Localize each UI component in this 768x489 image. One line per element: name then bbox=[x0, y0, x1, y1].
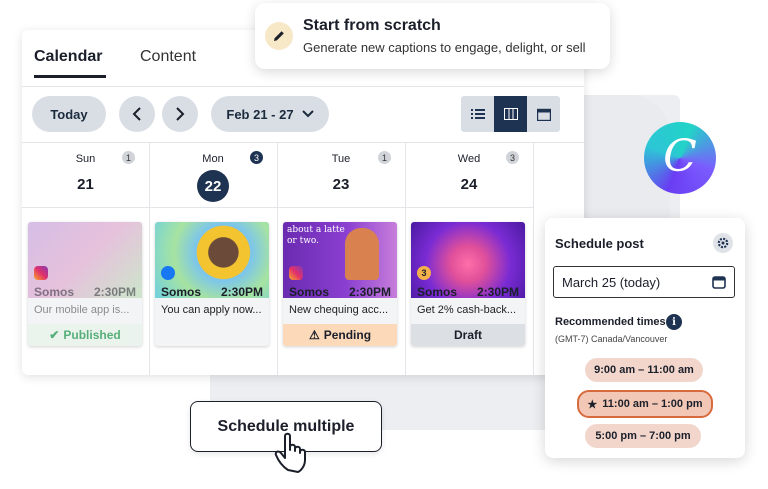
post-text: You can apply now... bbox=[161, 304, 262, 316]
post-time: 2:30PM bbox=[93, 285, 136, 299]
day-header: Tue 23 1 bbox=[277, 142, 405, 208]
check-circle-icon: ✔ bbox=[49, 328, 60, 342]
post-card[interactable]: 3 Somos 2:30PM Get 2% cash-back... Draft bbox=[411, 222, 525, 346]
post-account: Somos bbox=[417, 285, 458, 299]
timezone-label: (GMT-7) Canada/Vancouver bbox=[555, 334, 668, 344]
status-label: Draft bbox=[453, 328, 482, 342]
start-from-scratch-card[interactable]: Start from scratch Generate new captions… bbox=[255, 3, 610, 69]
day-header: Mon 22 3 bbox=[149, 142, 277, 208]
day-column-wed: Wed 24 3 3 Somos 2:30PM Get 2% cash-back.… bbox=[405, 142, 534, 375]
facebook-icon bbox=[161, 266, 175, 280]
month-view-button[interactable] bbox=[527, 96, 560, 132]
post-account: Somos bbox=[161, 285, 202, 299]
tab-content[interactable]: Content bbox=[140, 48, 196, 66]
day-column-mon: Mon 22 3 Somos 2:30PM You can apply now..… bbox=[149, 142, 278, 375]
day-header: Sun 21 1 bbox=[22, 142, 149, 208]
canva-logo: C bbox=[644, 122, 716, 194]
week-view-button[interactable] bbox=[494, 96, 527, 132]
chevron-left-icon bbox=[132, 107, 141, 121]
post-text: Get 2% cash-back... bbox=[417, 304, 517, 316]
post-meta: Somos 2:30PM bbox=[161, 285, 263, 299]
schedule-post-title: Schedule post bbox=[555, 236, 644, 251]
date-range-dropdown[interactable]: Feb 21 - 27 bbox=[211, 96, 329, 132]
scratch-title: Start from scratch bbox=[303, 17, 441, 34]
day-number-selected[interactable]: 22 bbox=[197, 170, 229, 202]
day-column-tue: Tue 23 1 about a latte or two. Somos 2:30… bbox=[277, 142, 406, 375]
post-time: 2:30PM bbox=[476, 285, 519, 299]
status-label: Pending bbox=[323, 328, 372, 342]
week-view-icon bbox=[503, 108, 518, 120]
today-button[interactable]: Today bbox=[32, 96, 106, 132]
post-meta: Somos 2:30PM bbox=[289, 285, 391, 299]
tab-calendar[interactable]: Calendar bbox=[34, 48, 107, 78]
post-count-badge: 3 bbox=[250, 151, 263, 164]
date-picker-input[interactable]: March 25 (today) bbox=[553, 266, 735, 298]
post-card[interactable]: about a latte or two. Somos 2:30PM New ch… bbox=[283, 222, 397, 346]
list-view-button[interactable] bbox=[461, 96, 494, 132]
chevron-right-icon bbox=[176, 107, 185, 121]
post-text: New chequing acc... bbox=[289, 304, 389, 316]
list-view-icon bbox=[470, 109, 485, 119]
logo-letter: C bbox=[663, 130, 697, 182]
time-slot-chip[interactable]: 5:00 pm – 7:00 pm bbox=[585, 424, 701, 448]
post-image-person bbox=[345, 228, 379, 280]
chevron-down-icon bbox=[301, 110, 314, 118]
next-week-button[interactable] bbox=[162, 96, 198, 132]
day-number[interactable]: 24 bbox=[405, 176, 533, 193]
day-number[interactable]: 21 bbox=[22, 176, 149, 193]
post-meta: Somos 2:30PM bbox=[34, 285, 136, 299]
post-time: 2:30PM bbox=[348, 285, 391, 299]
post-card[interactable]: Somos 2:30PM You can apply now... bbox=[155, 222, 269, 346]
settings-button[interactable] bbox=[713, 233, 733, 253]
post-time: 2:30PM bbox=[220, 285, 263, 299]
multi-post-badge: 3 bbox=[417, 266, 431, 280]
hand-pointer-icon bbox=[274, 432, 306, 473]
post-count-badge: 1 bbox=[122, 151, 135, 164]
month-view-icon bbox=[536, 108, 551, 121]
day-header: Wed 24 3 bbox=[405, 142, 533, 208]
pencil-icon bbox=[265, 22, 293, 50]
warning-icon: ⚠ bbox=[308, 328, 320, 342]
instagram-icon bbox=[34, 266, 48, 280]
post-account: Somos bbox=[34, 285, 75, 299]
post-meta: Somos 2:30PM bbox=[417, 285, 519, 299]
date-range-label: Feb 21 - 27 bbox=[226, 106, 294, 122]
gear-icon bbox=[717, 237, 729, 249]
week-grid: Sun 21 1 Somos 2:30PM Our mobile app is..… bbox=[22, 142, 584, 375]
date-value: March 25 (today) bbox=[562, 274, 661, 290]
recommended-times-label: Recommended times bbox=[555, 316, 666, 328]
scratch-subtitle: Generate new captions to engage, delight… bbox=[303, 40, 586, 55]
post-image-caption: about a latte or two. bbox=[287, 225, 345, 246]
post-text: Our mobile app is... bbox=[34, 304, 130, 316]
day-number[interactable]: 23 bbox=[277, 176, 405, 193]
post-count-badge: 1 bbox=[378, 151, 391, 164]
post-account: Somos bbox=[289, 285, 330, 299]
info-icon[interactable]: i bbox=[666, 314, 682, 330]
post-card[interactable]: Somos 2:30PM Our mobile app is... ✔ Publis… bbox=[28, 222, 142, 346]
time-slot-chip-selected[interactable]: ★ 11:00 am – 1:00 pm bbox=[577, 390, 713, 418]
prev-week-button[interactable] bbox=[119, 96, 155, 132]
instagram-icon bbox=[289, 266, 303, 280]
schedule-post-card: Schedule post March 25 (today) Recommend… bbox=[545, 218, 745, 458]
calendar-toolbar: Today Feb 21 - 27 bbox=[22, 86, 584, 143]
time-slot-label: 11:00 am – 1:00 pm bbox=[602, 398, 703, 410]
status-draft: Draft bbox=[411, 324, 525, 346]
time-slot-chip[interactable]: 9:00 am – 11:00 am bbox=[585, 358, 703, 382]
post-count-badge: 3 bbox=[506, 151, 519, 164]
status-label: Published bbox=[63, 328, 121, 342]
calendar-icon[interactable] bbox=[712, 275, 726, 289]
status-pending: ⚠ Pending bbox=[283, 324, 397, 346]
calendar-panel: Calendar Content Today Feb 21 - 27 Sun 2… bbox=[22, 30, 584, 375]
star-icon: ★ bbox=[587, 398, 598, 411]
status-published: ✔ Published bbox=[28, 324, 142, 346]
day-column-sun: Sun 21 1 Somos 2:30PM Our mobile app is..… bbox=[22, 142, 150, 375]
